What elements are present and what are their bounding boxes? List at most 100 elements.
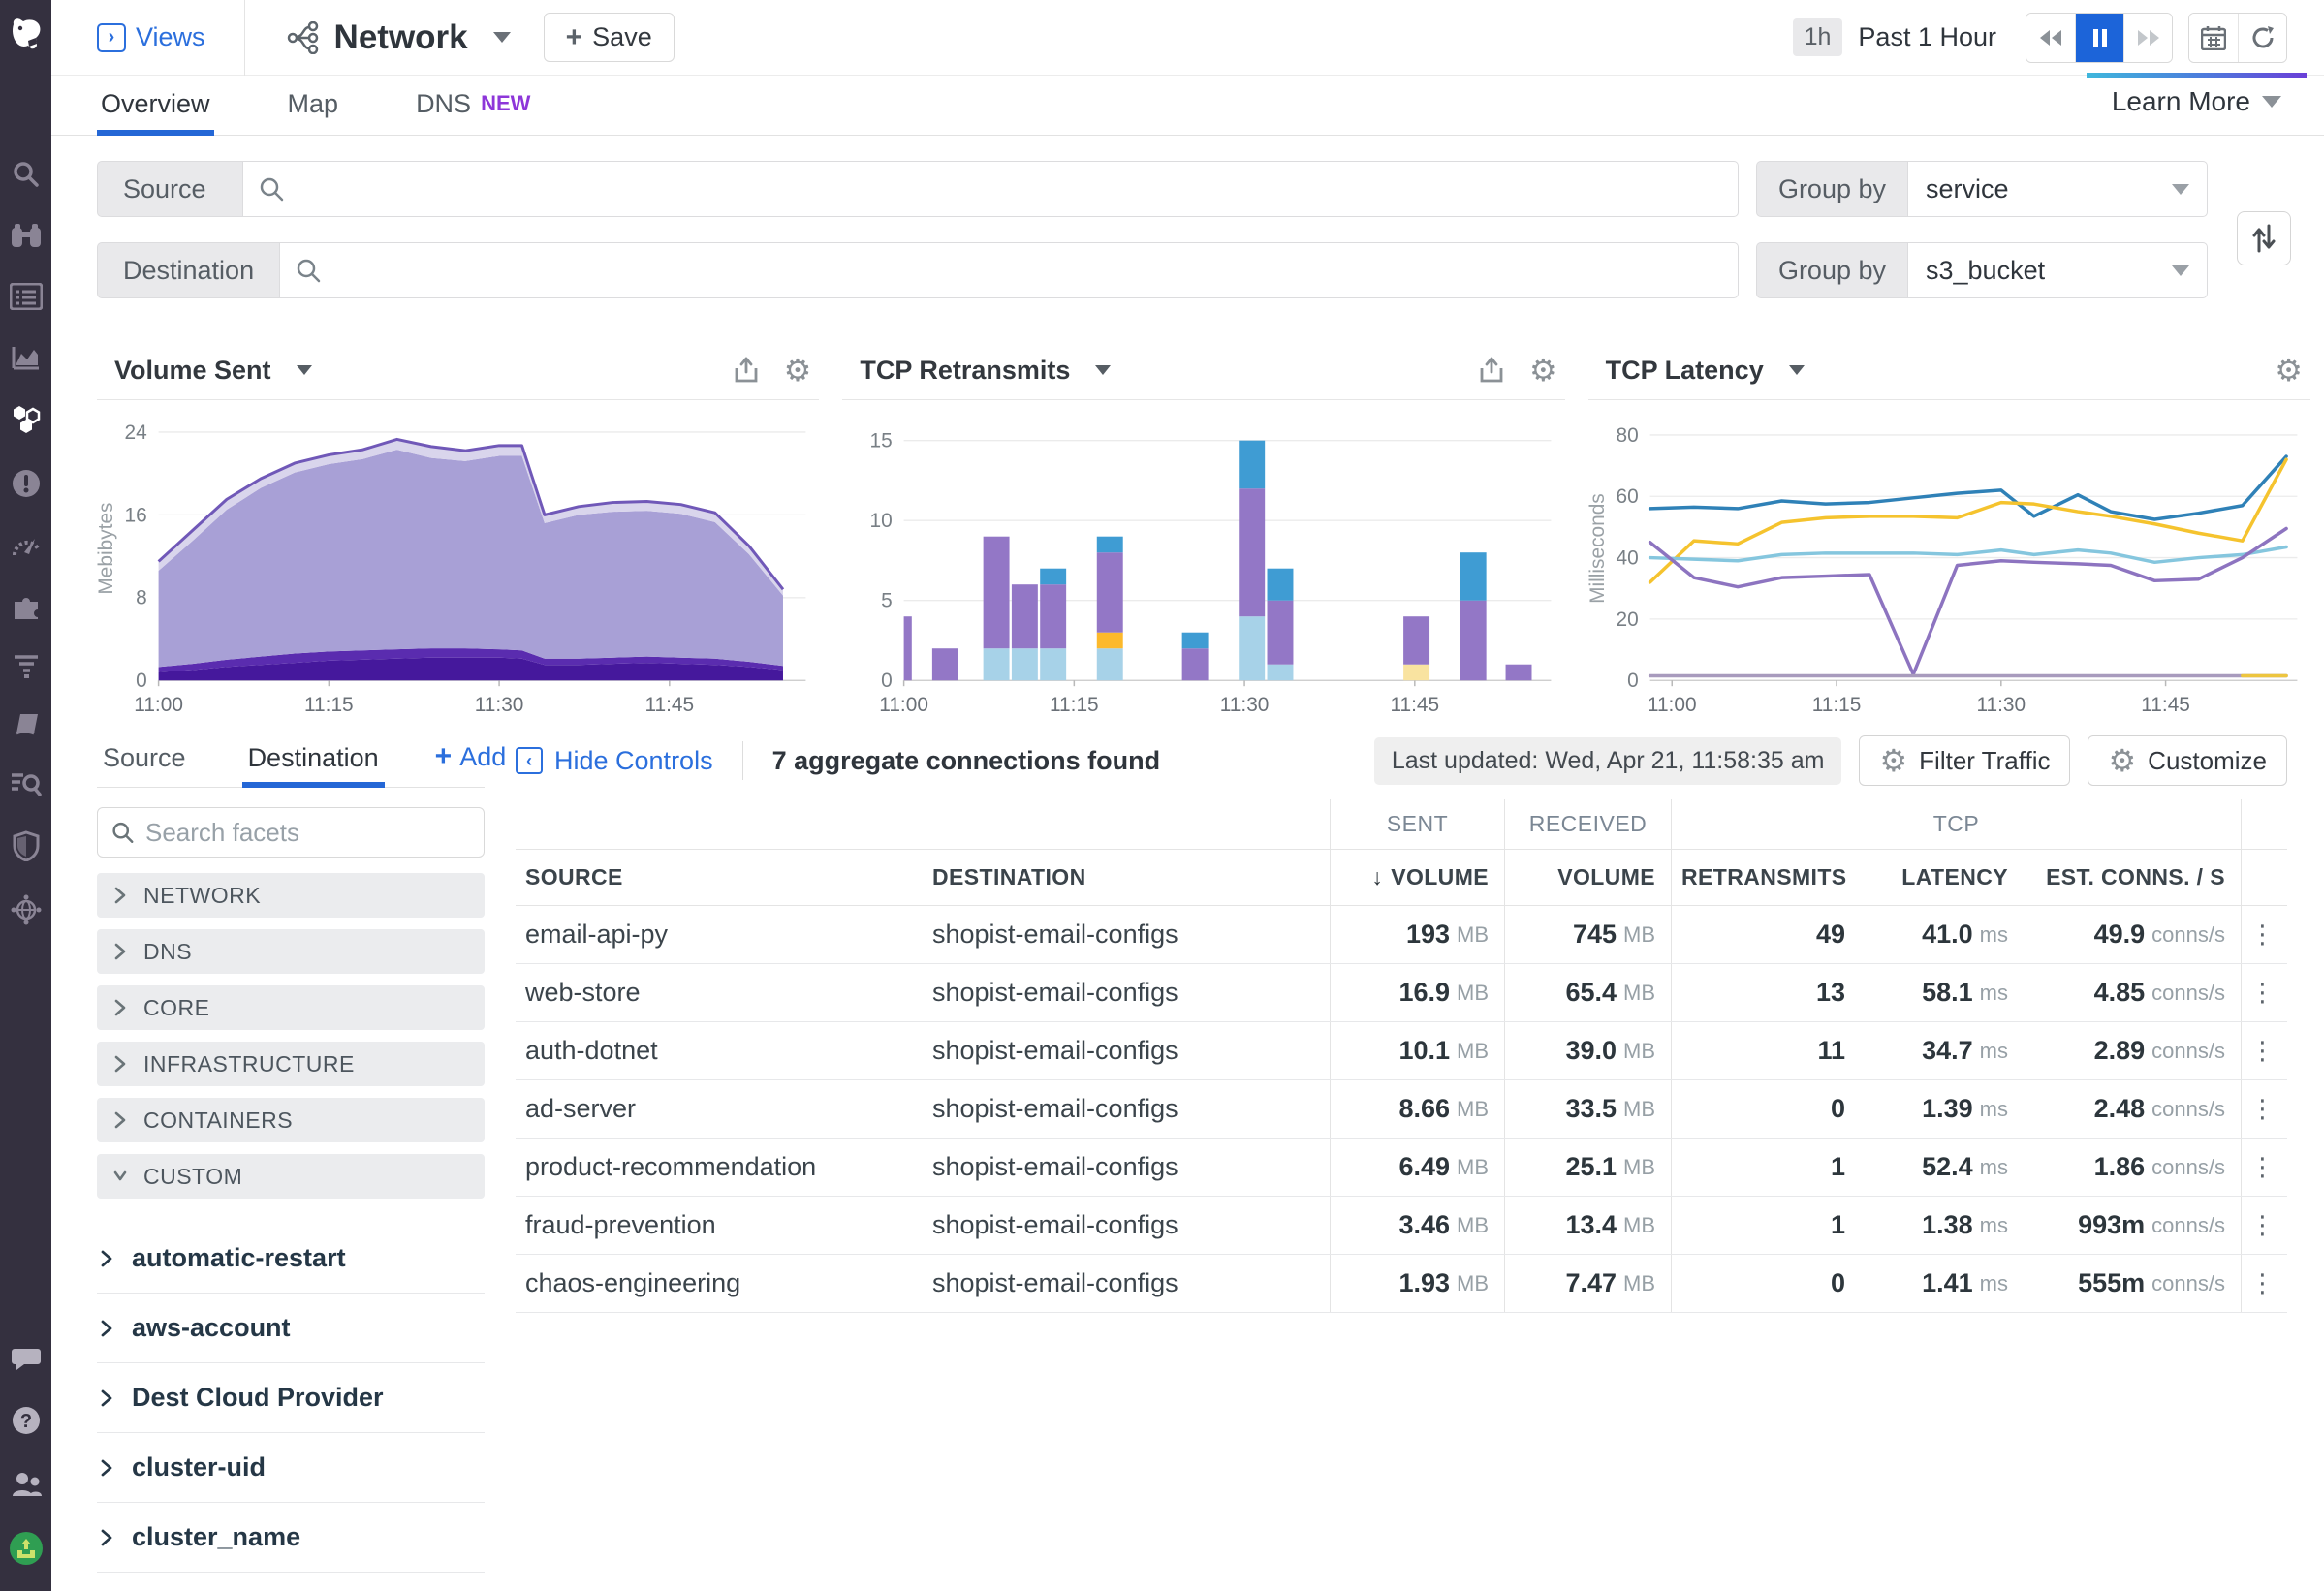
table-row[interactable]: ad-server shopist-email-configs 8.66MB 3… [516,1080,2287,1139]
save-button[interactable]: + Save [544,13,675,62]
cell-source[interactable]: email-api-py [516,906,923,963]
row-menu-button[interactable]: ⋮ [2241,1139,2289,1196]
destination-group-by-select[interactable]: s3_bucket [1907,242,2208,298]
datadog-logo[interactable] [0,0,51,70]
chevron-down-icon[interactable] [297,365,312,375]
col-header-sent-volume[interactable]: ↓VOLUME [1330,850,1504,905]
facet-group[interactable]: CUSTOM [97,1154,485,1199]
rewind-button[interactable] [2026,14,2075,62]
tab-overview[interactable]: Overview [97,89,214,135]
gear-icon[interactable]: ⚙ [2275,355,2303,386]
custom-facet-item[interactable]: Dest Cloud Provider [97,1363,485,1433]
infrastructure-hexagons-icon[interactable] [10,403,43,436]
tcp-latency-chart[interactable]: 02040608011:0011:1511:3011:45Millisecond… [1588,400,2310,720]
col-header-destination[interactable]: DESTINATION [923,850,1330,905]
custom-facet-item[interactable]: cluster-uid [97,1433,485,1503]
customize-button[interactable]: ⚙ Customize [2088,735,2287,786]
cell-destination[interactable]: shopist-email-configs [923,964,1330,1021]
watchdog-binoculars-icon[interactable] [10,222,43,251]
gear-icon[interactable]: ⚙ [784,355,812,386]
chevron-down-icon[interactable] [1095,365,1111,375]
chevron-down-icon[interactable] [1789,365,1805,375]
gear-icon[interactable]: ⚙ [1529,355,1557,386]
cell-source[interactable]: auth-dotnet [516,1022,923,1079]
calendar-button[interactable] [2189,14,2238,62]
row-menu-button[interactable]: ⋮ [2241,1080,2289,1138]
facet-group[interactable]: CORE [97,985,485,1030]
row-menu-button[interactable]: ⋮ [2241,1022,2289,1079]
filter-traffic-button[interactable]: ⚙ Filter Traffic [1859,735,2070,786]
col-header-latency[interactable]: LATENCY [1861,850,2024,905]
facet-search-input[interactable] [145,818,470,848]
cell-source[interactable]: ad-server [516,1080,923,1138]
source-search-input[interactable] [296,174,1722,204]
network-globe-icon[interactable] [10,893,43,926]
export-icon[interactable] [1479,357,1504,384]
facet-group[interactable]: NETWORK [97,873,485,918]
cell-destination[interactable]: shopist-email-configs [923,1139,1330,1196]
events-list-icon[interactable] [10,283,43,310]
row-menu-button[interactable]: ⋮ [2241,1197,2289,1254]
security-shield-icon[interactable] [12,830,41,861]
tcp-retransmits-chart[interactable]: 05101511:0011:1511:3011:45 [842,400,1564,720]
destination-search-input[interactable] [332,256,1722,286]
source-group-by-select[interactable]: service [1907,161,2208,217]
facet-tab-destination[interactable]: Destination [242,743,385,787]
chat-icon[interactable] [11,1345,42,1372]
table-row[interactable]: web-store shopist-email-configs 16.9MB 6… [516,964,2287,1022]
volume-sent-chart[interactable]: 08162411:0011:1511:3011:45Mebibytes [97,400,819,720]
table-row[interactable]: auth-dotnet shopist-email-configs 10.1MB… [516,1022,2287,1080]
custom-facet-item[interactable]: creator [97,1573,485,1591]
row-menu-button[interactable]: ⋮ [2241,906,2289,963]
custom-facet-item[interactable]: automatic-restart [97,1224,485,1294]
row-menu-button[interactable]: ⋮ [2241,1255,2289,1312]
add-facet-button[interactable]: + Add [435,740,507,787]
refresh-button[interactable] [2238,14,2286,62]
monitors-alert-icon[interactable] [11,468,42,499]
cell-source[interactable]: web-store [516,964,923,1021]
pause-button[interactable] [2075,14,2123,62]
table-row[interactable]: chaos-engineering shopist-email-configs … [516,1255,2287,1313]
cell-source[interactable]: product-recommendation [516,1139,923,1196]
notebooks-icon[interactable] [11,710,42,737]
facet-group[interactable]: CONTAINERS [97,1098,485,1142]
custom-facet-item[interactable]: cluster_name [97,1503,485,1573]
facet-group[interactable]: DNS [97,929,485,974]
table-row[interactable]: email-api-py shopist-email-configs 193MB… [516,906,2287,964]
cell-destination[interactable]: shopist-email-configs [923,906,1330,963]
row-menu-button[interactable]: ⋮ [2241,964,2289,1021]
cell-source[interactable]: fraud-prevention [516,1197,923,1254]
export-icon[interactable] [734,357,759,384]
col-header-source[interactable]: SOURCE [516,850,923,905]
cell-source[interactable]: chaos-engineering [516,1255,923,1312]
integrations-puzzle-icon[interactable] [11,592,42,621]
col-header-retransmits[interactable]: RETRANSMITS [1671,850,1861,905]
table-row[interactable]: fraud-prevention shopist-email-configs 3… [516,1197,2287,1255]
custom-facet-item[interactable]: aws-account [97,1294,485,1363]
cell-destination[interactable]: shopist-email-configs [923,1255,1330,1312]
col-header-est-conns[interactable]: EST. CONNS. / S [2024,850,2241,905]
time-range-badge[interactable]: 1h [1793,18,1843,56]
cell-destination[interactable]: shopist-email-configs [923,1080,1330,1138]
metrics-chart-icon[interactable] [11,342,42,371]
cell-destination[interactable]: shopist-email-configs [923,1197,1330,1254]
swap-source-destination-button[interactable] [2237,211,2291,265]
facet-group[interactable]: INFRASTRUCTURE [97,1042,485,1086]
learn-more-dropdown[interactable]: Learn More [2106,73,2287,135]
users-icon[interactable] [10,1469,43,1498]
help-icon[interactable]: ? [11,1405,42,1436]
table-row[interactable]: product-recommendation shopist-email-con… [516,1139,2287,1197]
col-header-received-volume[interactable]: VOLUME [1504,850,1671,905]
tab-map[interactable]: Map [284,89,343,135]
apm-gauge-icon[interactable] [10,531,43,560]
updates-icon[interactable] [9,1531,44,1566]
log-search-icon[interactable] [10,769,43,798]
search-icon[interactable] [11,159,42,190]
views-button[interactable]: › Views [97,22,205,52]
profiling-icon[interactable] [11,653,42,678]
facet-tab-source[interactable]: Source [97,743,192,787]
tab-dns[interactable]: DNSNEW [412,89,534,135]
time-range-label[interactable]: Past 1 Hour [1858,22,1996,52]
page-title-chevron-down-icon[interactable] [493,32,511,43]
forward-button[interactable] [2123,14,2172,62]
